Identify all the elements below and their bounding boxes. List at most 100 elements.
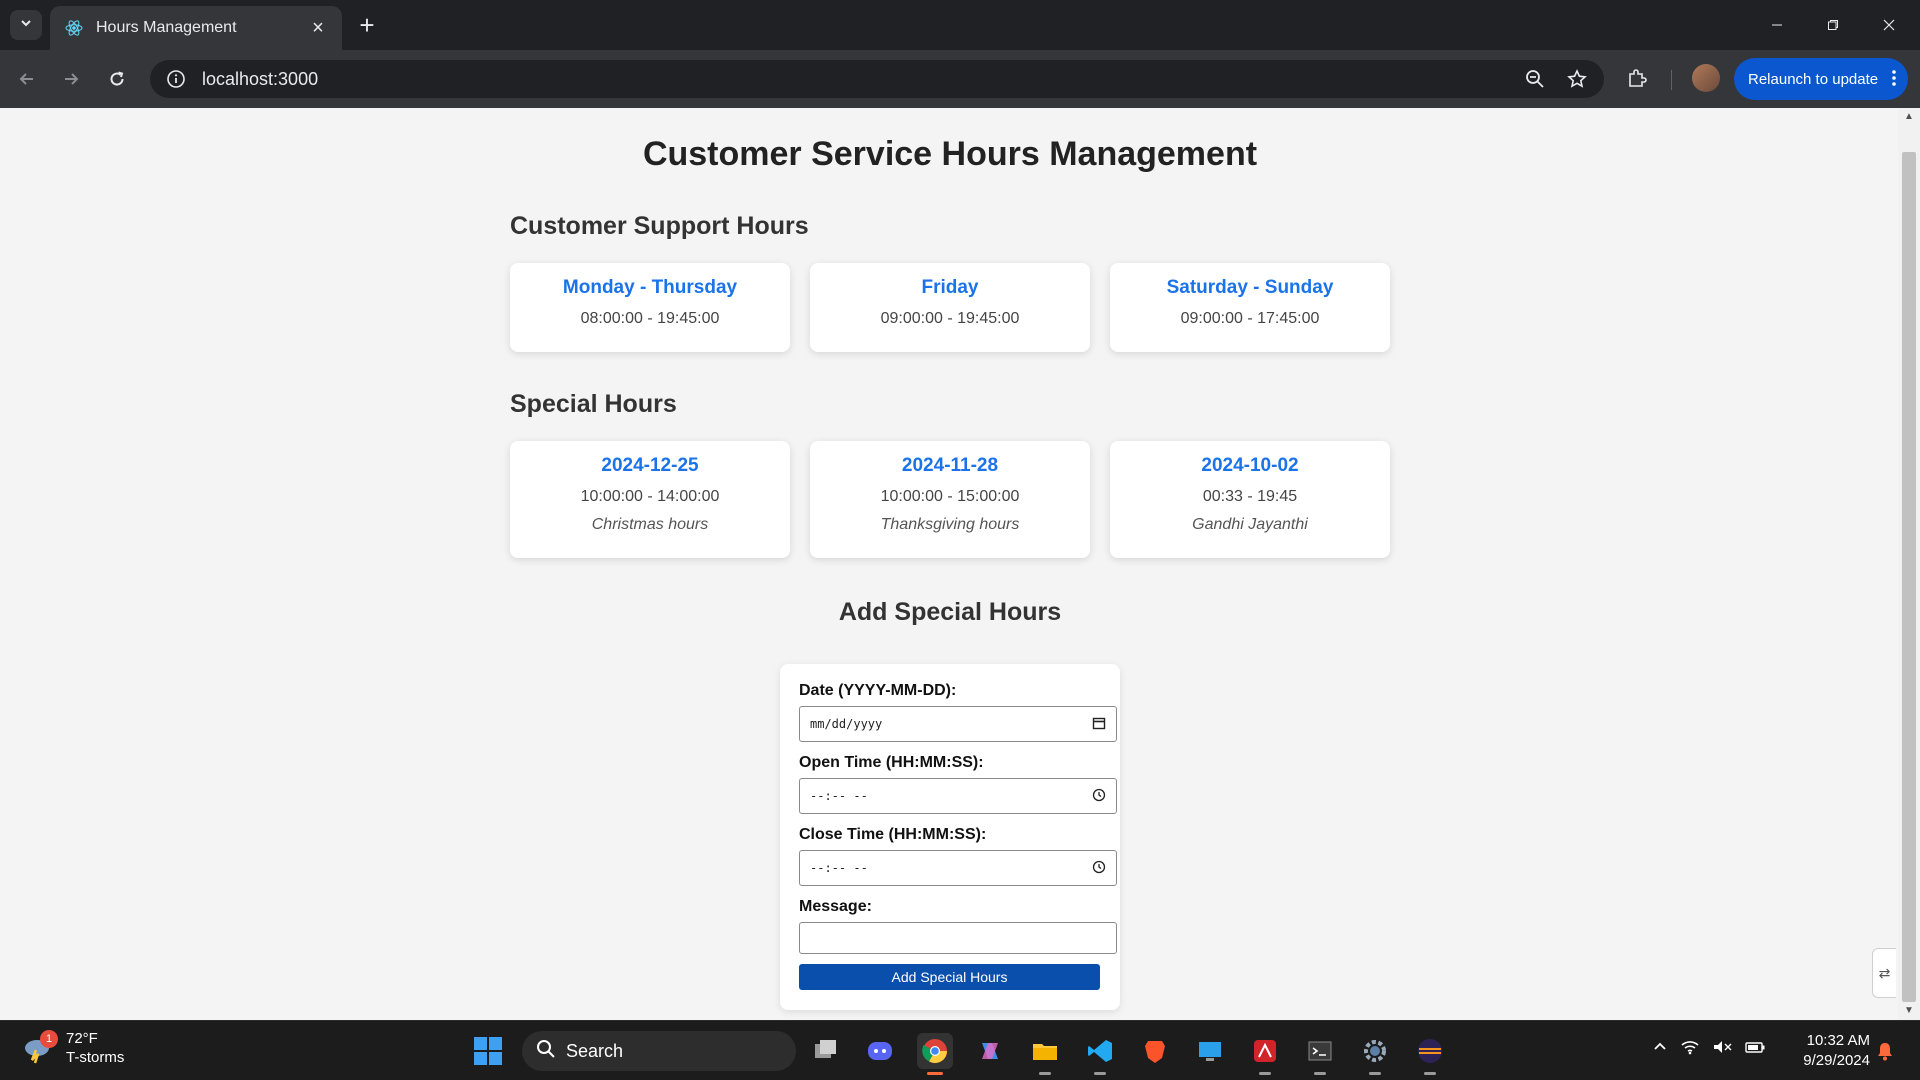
relaunch-label: Relaunch to update: [1748, 70, 1879, 88]
react-icon: [64, 18, 84, 38]
taskbar-search[interactable]: Search: [522, 1031, 796, 1071]
support-hours-card: Friday 09:00:00 - 19:45:00: [810, 263, 1090, 352]
running-indicator: [1369, 1072, 1381, 1075]
toolbar-divider: [1671, 70, 1672, 90]
weather-temperature: 72°F: [66, 1030, 98, 1047]
clock-icon[interactable]: [1092, 860, 1106, 877]
profile-avatar[interactable]: [1692, 64, 1720, 92]
running-indicator: [1424, 1072, 1436, 1075]
scroll-up-icon[interactable]: ▲: [1903, 112, 1915, 122]
special-hours-card: 2024-11-28 10:00:00 - 15:00:00 Thanksgiv…: [810, 441, 1090, 558]
relaunch-button[interactable]: Relaunch to update: [1734, 58, 1908, 100]
running-indicator: [1039, 1072, 1051, 1075]
special-hours-card: 2024-12-25 10:00:00 - 14:00:00 Christmas…: [510, 441, 790, 558]
minimize-button[interactable]: [1754, 10, 1800, 40]
page-title: Customer Service Hours Management: [642, 135, 1258, 173]
open-time-input[interactable]: --:-- --: [799, 778, 1117, 814]
restore-button[interactable]: [1810, 10, 1856, 40]
arrow-left-icon: [19, 73, 33, 85]
side-panel-handle-icon[interactable]: ⇄: [1872, 948, 1896, 998]
close-time-placeholder: --:-- --: [810, 861, 868, 875]
browser-tab[interactable]: Hours Management ×: [50, 6, 342, 50]
address-bar[interactable]: localhost:3000: [150, 60, 1604, 98]
eclipse-icon[interactable]: [1412, 1033, 1448, 1075]
weather-badge: 1: [40, 1030, 58, 1048]
discord-icon[interactable]: [862, 1033, 898, 1069]
more-menu-icon[interactable]: [1892, 68, 1896, 92]
close-tab-icon[interactable]: ×: [308, 17, 328, 40]
file-explorer-icon[interactable]: [1027, 1033, 1063, 1075]
chevron-down-icon: [19, 16, 33, 35]
date-input[interactable]: mm/dd/yyyy: [799, 706, 1117, 742]
brave-icon[interactable]: [1137, 1033, 1173, 1069]
card-days: Saturday - Sunday: [1166, 277, 1334, 298]
speaker-muted-icon[interactable]: [1712, 1039, 1732, 1060]
message-input[interactable]: [799, 922, 1117, 954]
close-window-button[interactable]: [1866, 10, 1912, 40]
weather-widget[interactable]: 1 72°F T-storms: [22, 1029, 124, 1067]
chevron-up-icon[interactable]: [1652, 1039, 1668, 1060]
arrow-right-icon: [65, 73, 79, 85]
weather-condition: T-storms: [66, 1049, 125, 1066]
card-time: 10:00:00 - 15:00:00: [880, 488, 1020, 505]
message-label: Message:: [799, 898, 872, 915]
support-hours-card: Monday - Thursday 08:00:00 - 19:45:00: [510, 263, 790, 352]
running-indicator: [1314, 1072, 1326, 1075]
scroll-thumb[interactable]: [1902, 152, 1916, 1002]
close-time-input[interactable]: --:-- --: [799, 850, 1117, 886]
running-indicator: [1094, 1072, 1106, 1075]
new-tab-button[interactable]: +: [352, 10, 382, 40]
support-hours-card: Saturday - Sunday 09:00:00 - 17:45:00: [1110, 263, 1390, 352]
task-view-icon[interactable]: [808, 1033, 844, 1069]
system-clock[interactable]: 10:32 AM 9/29/2024: [1790, 1031, 1870, 1071]
date-label: Date (YYYY-MM-DD):: [799, 682, 957, 699]
card-date: 2024-11-28: [901, 455, 999, 476]
tab-bar: Hours Management × +: [0, 0, 1920, 50]
clock-time: 10:32 AM: [1806, 1032, 1870, 1049]
settings-gear-icon[interactable]: [1357, 1033, 1393, 1075]
reload-icon: [110, 71, 124, 86]
tab-title: Hours Management: [96, 19, 237, 36]
add-special-hours-button[interactable]: Add Special Hours: [799, 964, 1100, 990]
card-time: 09:00:00 - 19:45:00: [880, 310, 1020, 327]
card-time: 08:00:00 - 19:45:00: [580, 310, 720, 327]
clock-date: 9/29/2024: [1803, 1052, 1870, 1069]
bookmark-star-icon[interactable]: [1562, 64, 1592, 94]
reload-button[interactable]: [102, 64, 132, 94]
close-time-label: Close Time (HH:MM:SS):: [799, 826, 987, 843]
vscode-icon[interactable]: [1082, 1033, 1118, 1075]
browser-toolbar: localhost:3000 Relaunch to update: [0, 50, 1920, 108]
tab-search-button[interactable]: [10, 10, 42, 40]
windows-start-icon[interactable]: [472, 1035, 504, 1067]
card-date: 2024-12-25: [601, 455, 699, 476]
special-hours-title: Special Hours: [510, 390, 677, 418]
search-icon: [536, 1039, 556, 1064]
scrollbar[interactable]: ▲ ▼: [1898, 108, 1920, 1020]
zoom-icon[interactable]: [1520, 64, 1550, 94]
clock-icon[interactable]: [1092, 788, 1106, 805]
notification-bell-icon[interactable]: [1876, 1041, 1894, 1066]
chrome-icon[interactable]: [917, 1033, 953, 1075]
storm-cloud-icon: 1: [22, 1030, 58, 1064]
card-message: Christmas hours: [591, 516, 709, 533]
remote-desktop-icon[interactable]: [1192, 1033, 1228, 1069]
scroll-down-icon[interactable]: ▼: [1903, 1006, 1915, 1016]
wifi-icon[interactable]: [1680, 1039, 1700, 1060]
calendar-icon[interactable]: [1092, 716, 1106, 733]
terminal-icon[interactable]: [1302, 1033, 1338, 1075]
acrobat-icon[interactable]: [1247, 1033, 1283, 1075]
battery-icon[interactable]: [1744, 1039, 1766, 1060]
card-time: 09:00:00 - 17:45:00: [1180, 310, 1320, 327]
card-time: 10:00:00 - 14:00:00: [580, 488, 720, 505]
windows-taskbar: 1 72°F T-storms Search 10:32 AM 9/29/202…: [0, 1020, 1920, 1080]
system-tray: [1652, 1039, 1766, 1060]
forward-button[interactable]: [56, 64, 86, 94]
copilot-icon[interactable]: [972, 1033, 1008, 1069]
date-placeholder: mm/dd/yyyy: [810, 717, 883, 731]
back-button[interactable]: [12, 64, 42, 94]
extensions-icon[interactable]: [1622, 64, 1652, 94]
card-days: Monday - Thursday: [562, 277, 738, 298]
card-days: Friday: [921, 277, 979, 298]
search-label: Search: [566, 1040, 624, 1061]
site-info-icon[interactable]: [164, 67, 188, 91]
